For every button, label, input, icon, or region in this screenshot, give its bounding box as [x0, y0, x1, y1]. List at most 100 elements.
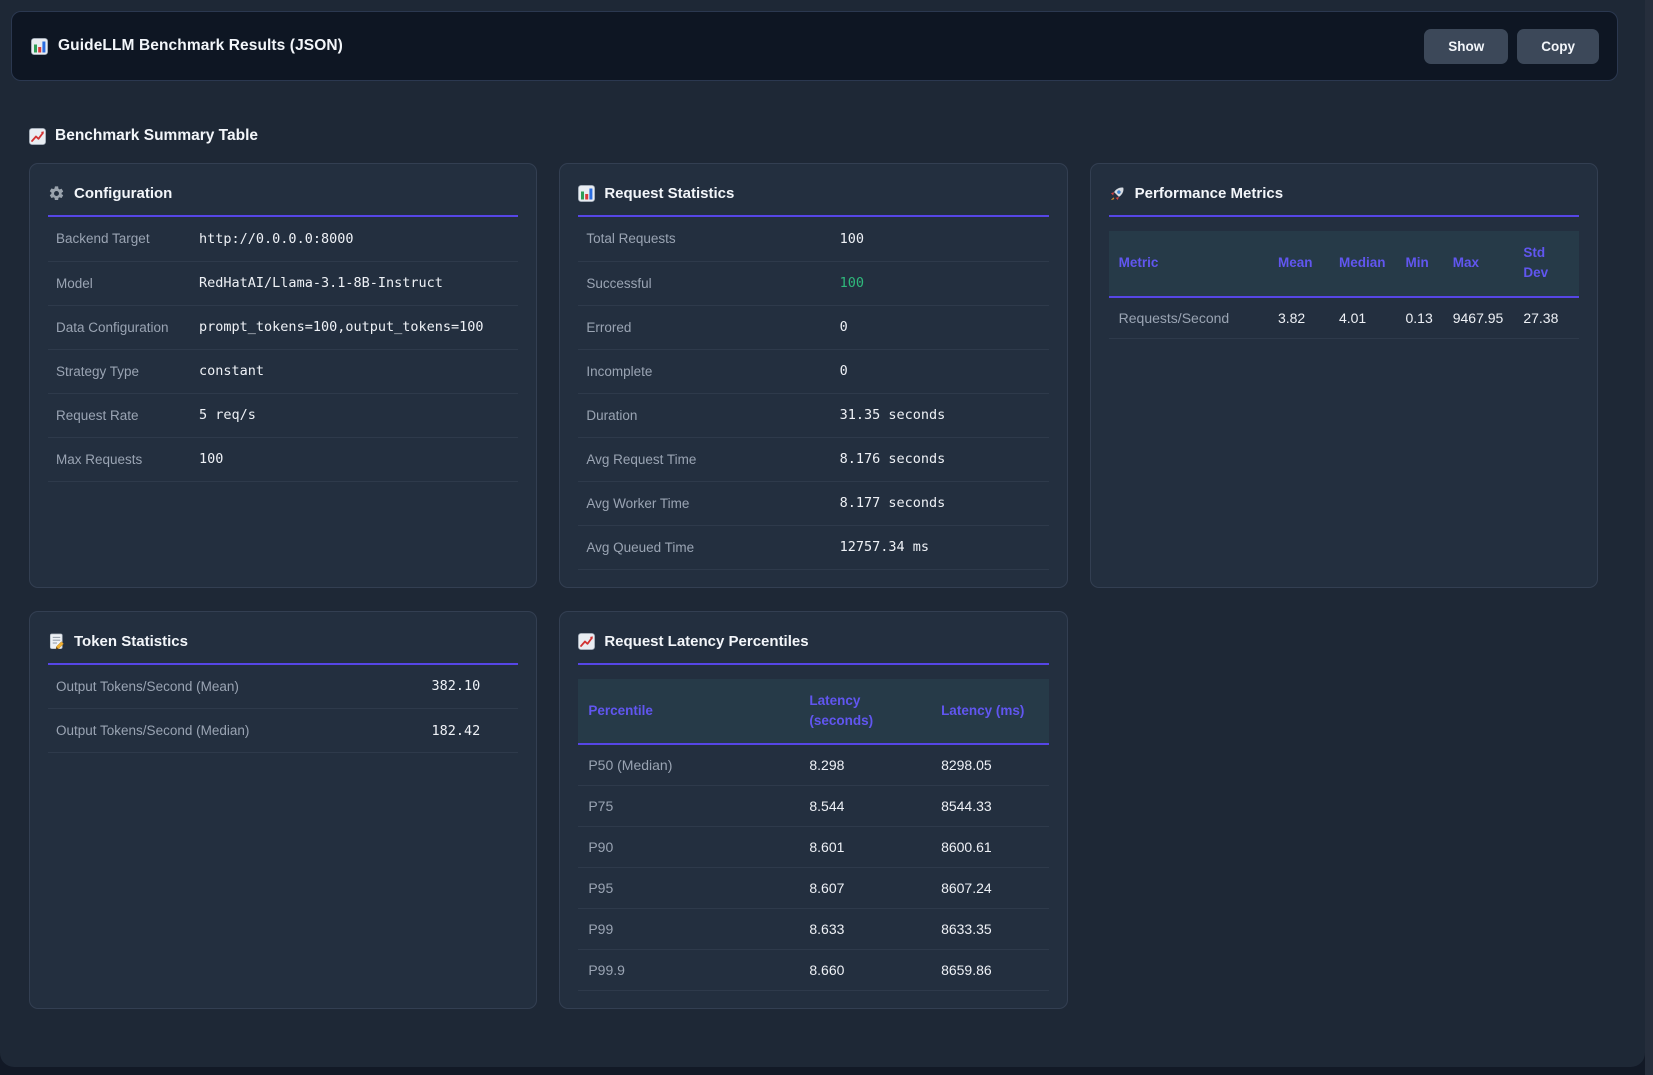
column-header: Std Dev	[1513, 231, 1579, 297]
configuration-table: Backend Target http://0.0.0.0:8000 Model…	[48, 217, 518, 482]
row-value: 0	[840, 305, 1049, 349]
column-header: Metric	[1109, 231, 1268, 297]
table-row: Data Configuration prompt_tokens=100,out…	[48, 305, 518, 349]
show-button[interactable]: Show	[1424, 29, 1508, 64]
row-value: prompt_tokens=100,output_tokens=100	[199, 305, 518, 349]
gear-icon	[48, 185, 65, 202]
cell-percentile: P99.9	[578, 950, 799, 991]
row-label: Data Configuration	[48, 305, 199, 349]
cell-metric: Requests/Second	[1109, 297, 1268, 339]
configuration-card-header: Configuration	[48, 181, 518, 217]
page-title: GuideLLM Benchmark Results (JSON)	[31, 37, 343, 55]
table-row: Output Tokens/Second (Median) 182.42	[48, 709, 518, 753]
cell-mean: 3.82	[1268, 297, 1329, 339]
row-value: constant	[199, 349, 518, 393]
table-row: Avg Worker Time 8.177 seconds	[578, 481, 1048, 525]
grid-spacer	[1090, 611, 1598, 1010]
row-value: RedHatAI/Llama-3.1-8B-Instruct	[199, 261, 518, 305]
row-value: http://0.0.0.0:8000	[199, 217, 518, 261]
row-label: Total Requests	[578, 217, 839, 261]
table-header-row: Metric Mean Median Min Max Std Dev	[1109, 231, 1579, 297]
table-row: Avg Queued Time 12757.34 ms	[578, 525, 1048, 569]
column-header: Min	[1395, 231, 1442, 297]
table-row: Avg Request Time 8.176 seconds	[578, 437, 1048, 481]
column-header: Mean	[1268, 231, 1329, 297]
request-statistics-card: Request Statistics Total Requests 100 Su…	[559, 163, 1067, 588]
column-header: Median	[1329, 231, 1396, 297]
row-value: 100	[199, 437, 518, 481]
row-value: 5 req/s	[199, 393, 518, 437]
table-row: P99 8.633 8633.35	[578, 909, 1048, 950]
cell-latency-ms: 8607.24	[931, 868, 1049, 909]
row-label: Request Rate	[48, 393, 199, 437]
cell-latency-ms: 8633.35	[931, 909, 1049, 950]
performance-metrics-table: Metric Mean Median Min Max Std Dev Reque…	[1109, 231, 1579, 339]
row-label: Duration	[578, 393, 839, 437]
bar-chart-icon	[31, 38, 48, 55]
card-title: Token Statistics	[74, 633, 188, 650]
chart-increasing-icon	[29, 128, 46, 145]
request-statistics-card-header: Request Statistics	[578, 181, 1048, 217]
cell-latency-seconds: 8.298	[799, 744, 931, 786]
cell-latency-ms: 8544.33	[931, 786, 1049, 827]
column-header: Percentile	[578, 679, 799, 745]
card-title: Request Statistics	[604, 185, 734, 202]
row-value: 182.42	[431, 709, 518, 753]
header-bar: GuideLLM Benchmark Results (JSON) Show C…	[11, 11, 1618, 81]
latency-percentiles-card-header: Request Latency Percentiles	[578, 629, 1048, 665]
configuration-card: Configuration Backend Target http://0.0.…	[29, 163, 537, 588]
table-row: Request Rate 5 req/s	[48, 393, 518, 437]
cell-percentile: P50 (Median)	[578, 744, 799, 786]
table-row: P90 8.601 8600.61	[578, 827, 1048, 868]
column-header: Latency (seconds)	[799, 679, 931, 745]
latency-percentiles-table: Percentile Latency (seconds) Latency (ms…	[578, 679, 1048, 992]
row-value: 382.10	[431, 665, 518, 709]
table-row: P75 8.544 8544.33	[578, 786, 1048, 827]
table-row: Backend Target http://0.0.0.0:8000	[48, 217, 518, 261]
cell-latency-ms: 8600.61	[931, 827, 1049, 868]
row-value: 8.177 seconds	[840, 481, 1049, 525]
row-label: Avg Request Time	[578, 437, 839, 481]
row-value: 0	[840, 349, 1049, 393]
table-row: P50 (Median) 8.298 8298.05	[578, 744, 1048, 786]
main-panel: GuideLLM Benchmark Results (JSON) Show C…	[0, 0, 1645, 1067]
cell-latency-ms: 8659.86	[931, 950, 1049, 991]
cell-percentile: P75	[578, 786, 799, 827]
cell-latency-seconds: 8.544	[799, 786, 931, 827]
header-actions: Show Copy	[1424, 29, 1599, 64]
column-header: Latency (ms)	[931, 679, 1049, 745]
row-value-success: 100	[840, 261, 1049, 305]
cell-percentile: P95	[578, 868, 799, 909]
copy-button[interactable]: Copy	[1517, 29, 1599, 64]
row-label: Avg Queued Time	[578, 525, 839, 569]
cell-latency-seconds: 8.601	[799, 827, 931, 868]
row-value: 12757.34 ms	[840, 525, 1049, 569]
cell-percentile: P99	[578, 909, 799, 950]
table-row: Duration 31.35 seconds	[578, 393, 1048, 437]
table-row: Successful 100	[578, 261, 1048, 305]
token-statistics-card: Token Statistics Output Tokens/Second (M…	[29, 611, 537, 1010]
row-value: 100	[840, 217, 1049, 261]
row-label: Avg Worker Time	[578, 481, 839, 525]
performance-metrics-card-header: Performance Metrics	[1109, 181, 1579, 217]
row-value: 31.35 seconds	[840, 393, 1049, 437]
table-row: Model RedHatAI/Llama-3.1-8B-Instruct	[48, 261, 518, 305]
content: Benchmark Summary Table Configuration Ba…	[0, 81, 1645, 1009]
cell-latency-seconds: 8.633	[799, 909, 931, 950]
row-label: Incomplete	[578, 349, 839, 393]
scrollbar[interactable]	[1645, 0, 1653, 1075]
table-row: P95 8.607 8607.24	[578, 868, 1048, 909]
table-row: Strategy Type constant	[48, 349, 518, 393]
table-row: Output Tokens/Second (Mean) 382.10	[48, 665, 518, 709]
token-statistics-card-header: Token Statistics	[48, 629, 518, 665]
table-row: Total Requests 100	[578, 217, 1048, 261]
card-title: Request Latency Percentiles	[604, 633, 808, 650]
cell-median: 4.01	[1329, 297, 1396, 339]
row-label: Successful	[578, 261, 839, 305]
cell-latency-ms: 8298.05	[931, 744, 1049, 786]
chart-increasing-icon	[578, 633, 595, 650]
rocket-icon	[1109, 185, 1126, 202]
column-header: Max	[1443, 231, 1514, 297]
table-row: P99.9 8.660 8659.86	[578, 950, 1048, 991]
row-label: Errored	[578, 305, 839, 349]
